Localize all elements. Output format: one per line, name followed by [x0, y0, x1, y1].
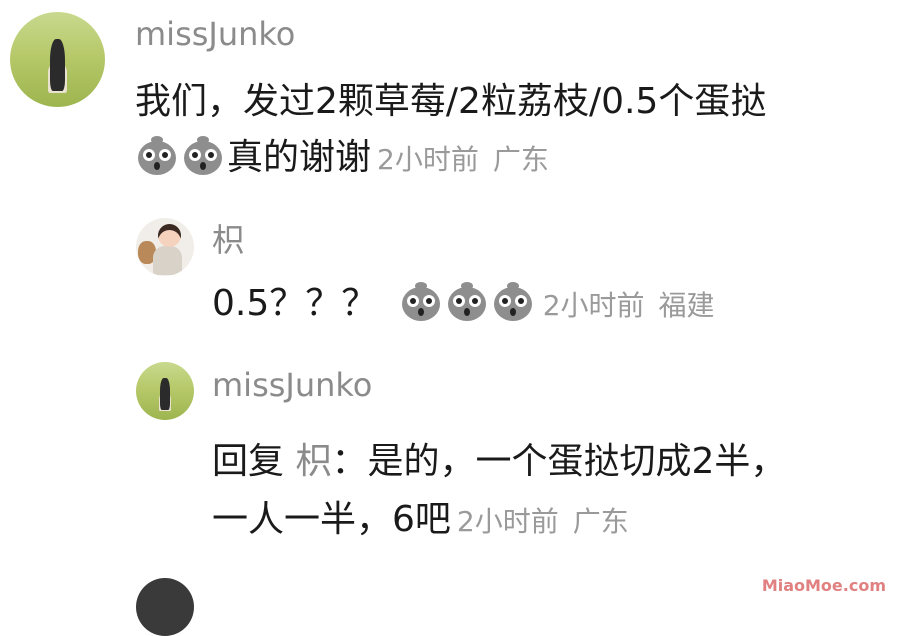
- reply-text: 0.5？？？: [212, 283, 378, 324]
- reply-username[interactable]: missJunko: [212, 365, 372, 405]
- reply-text-line1-row: 回复 枳：是的，一个蛋挞切成2半，: [212, 432, 786, 492]
- round-grey-face-emoji-icon: [401, 282, 440, 321]
- avatar[interactable]: [10, 12, 105, 107]
- comment-meta: 2小时前 广东: [377, 143, 549, 176]
- reply-location: 广东: [572, 505, 629, 538]
- avatar[interactable]: [136, 362, 194, 420]
- reply-time: 2小时前: [456, 505, 559, 538]
- reply-text-line2: 一人一半，6吧: [212, 499, 451, 540]
- reply-meta: 2小时前 广东: [457, 505, 629, 538]
- comment-location: 广东: [492, 143, 549, 176]
- round-grey-face-emoji-icon: [184, 136, 222, 175]
- avatar[interactable]: [136, 578, 194, 636]
- reply-username[interactable]: 枳: [212, 220, 244, 260]
- avatar-figure-hair: [49, 38, 66, 91]
- round-grey-face-emoji-icon: [493, 282, 532, 321]
- reply-label: 回复: [212, 441, 285, 482]
- reply-text-line1: ：是的，一个蛋挞切成2半，: [331, 441, 787, 482]
- comment-username[interactable]: missJunko: [135, 14, 295, 54]
- comment-time: 2小时前: [377, 143, 479, 176]
- reply-to-username[interactable]: 枳: [295, 441, 331, 482]
- round-grey-face-emoji-icon: [138, 136, 176, 175]
- reply-meta: 2小时前 福建: [543, 289, 715, 322]
- comment-text-line2-row: 真的谢谢 2小时前 广东: [135, 128, 549, 190]
- reply-time: 2小时前: [542, 289, 645, 322]
- watermark: MiaoMoe.com: [761, 576, 886, 595]
- comment-text-line1: 我们，发过2颗草莓/2粒荔枝/0.5个蛋挞: [135, 81, 767, 122]
- avatar-body: [153, 245, 183, 275]
- comment-text-line2: 真的谢谢: [227, 137, 372, 178]
- reply-location: 福建: [658, 289, 715, 322]
- round-grey-face-emoji-icon: [447, 282, 486, 321]
- avatar-head: [158, 223, 182, 247]
- avatar-figure-hair: [160, 378, 170, 411]
- reply-text-row: 0.5？？？ 2小时前 福建: [212, 274, 715, 336]
- avatar[interactable]: [136, 218, 194, 276]
- reply-text-line2-row: 一人一半，6吧 2小时前 广东: [212, 490, 629, 552]
